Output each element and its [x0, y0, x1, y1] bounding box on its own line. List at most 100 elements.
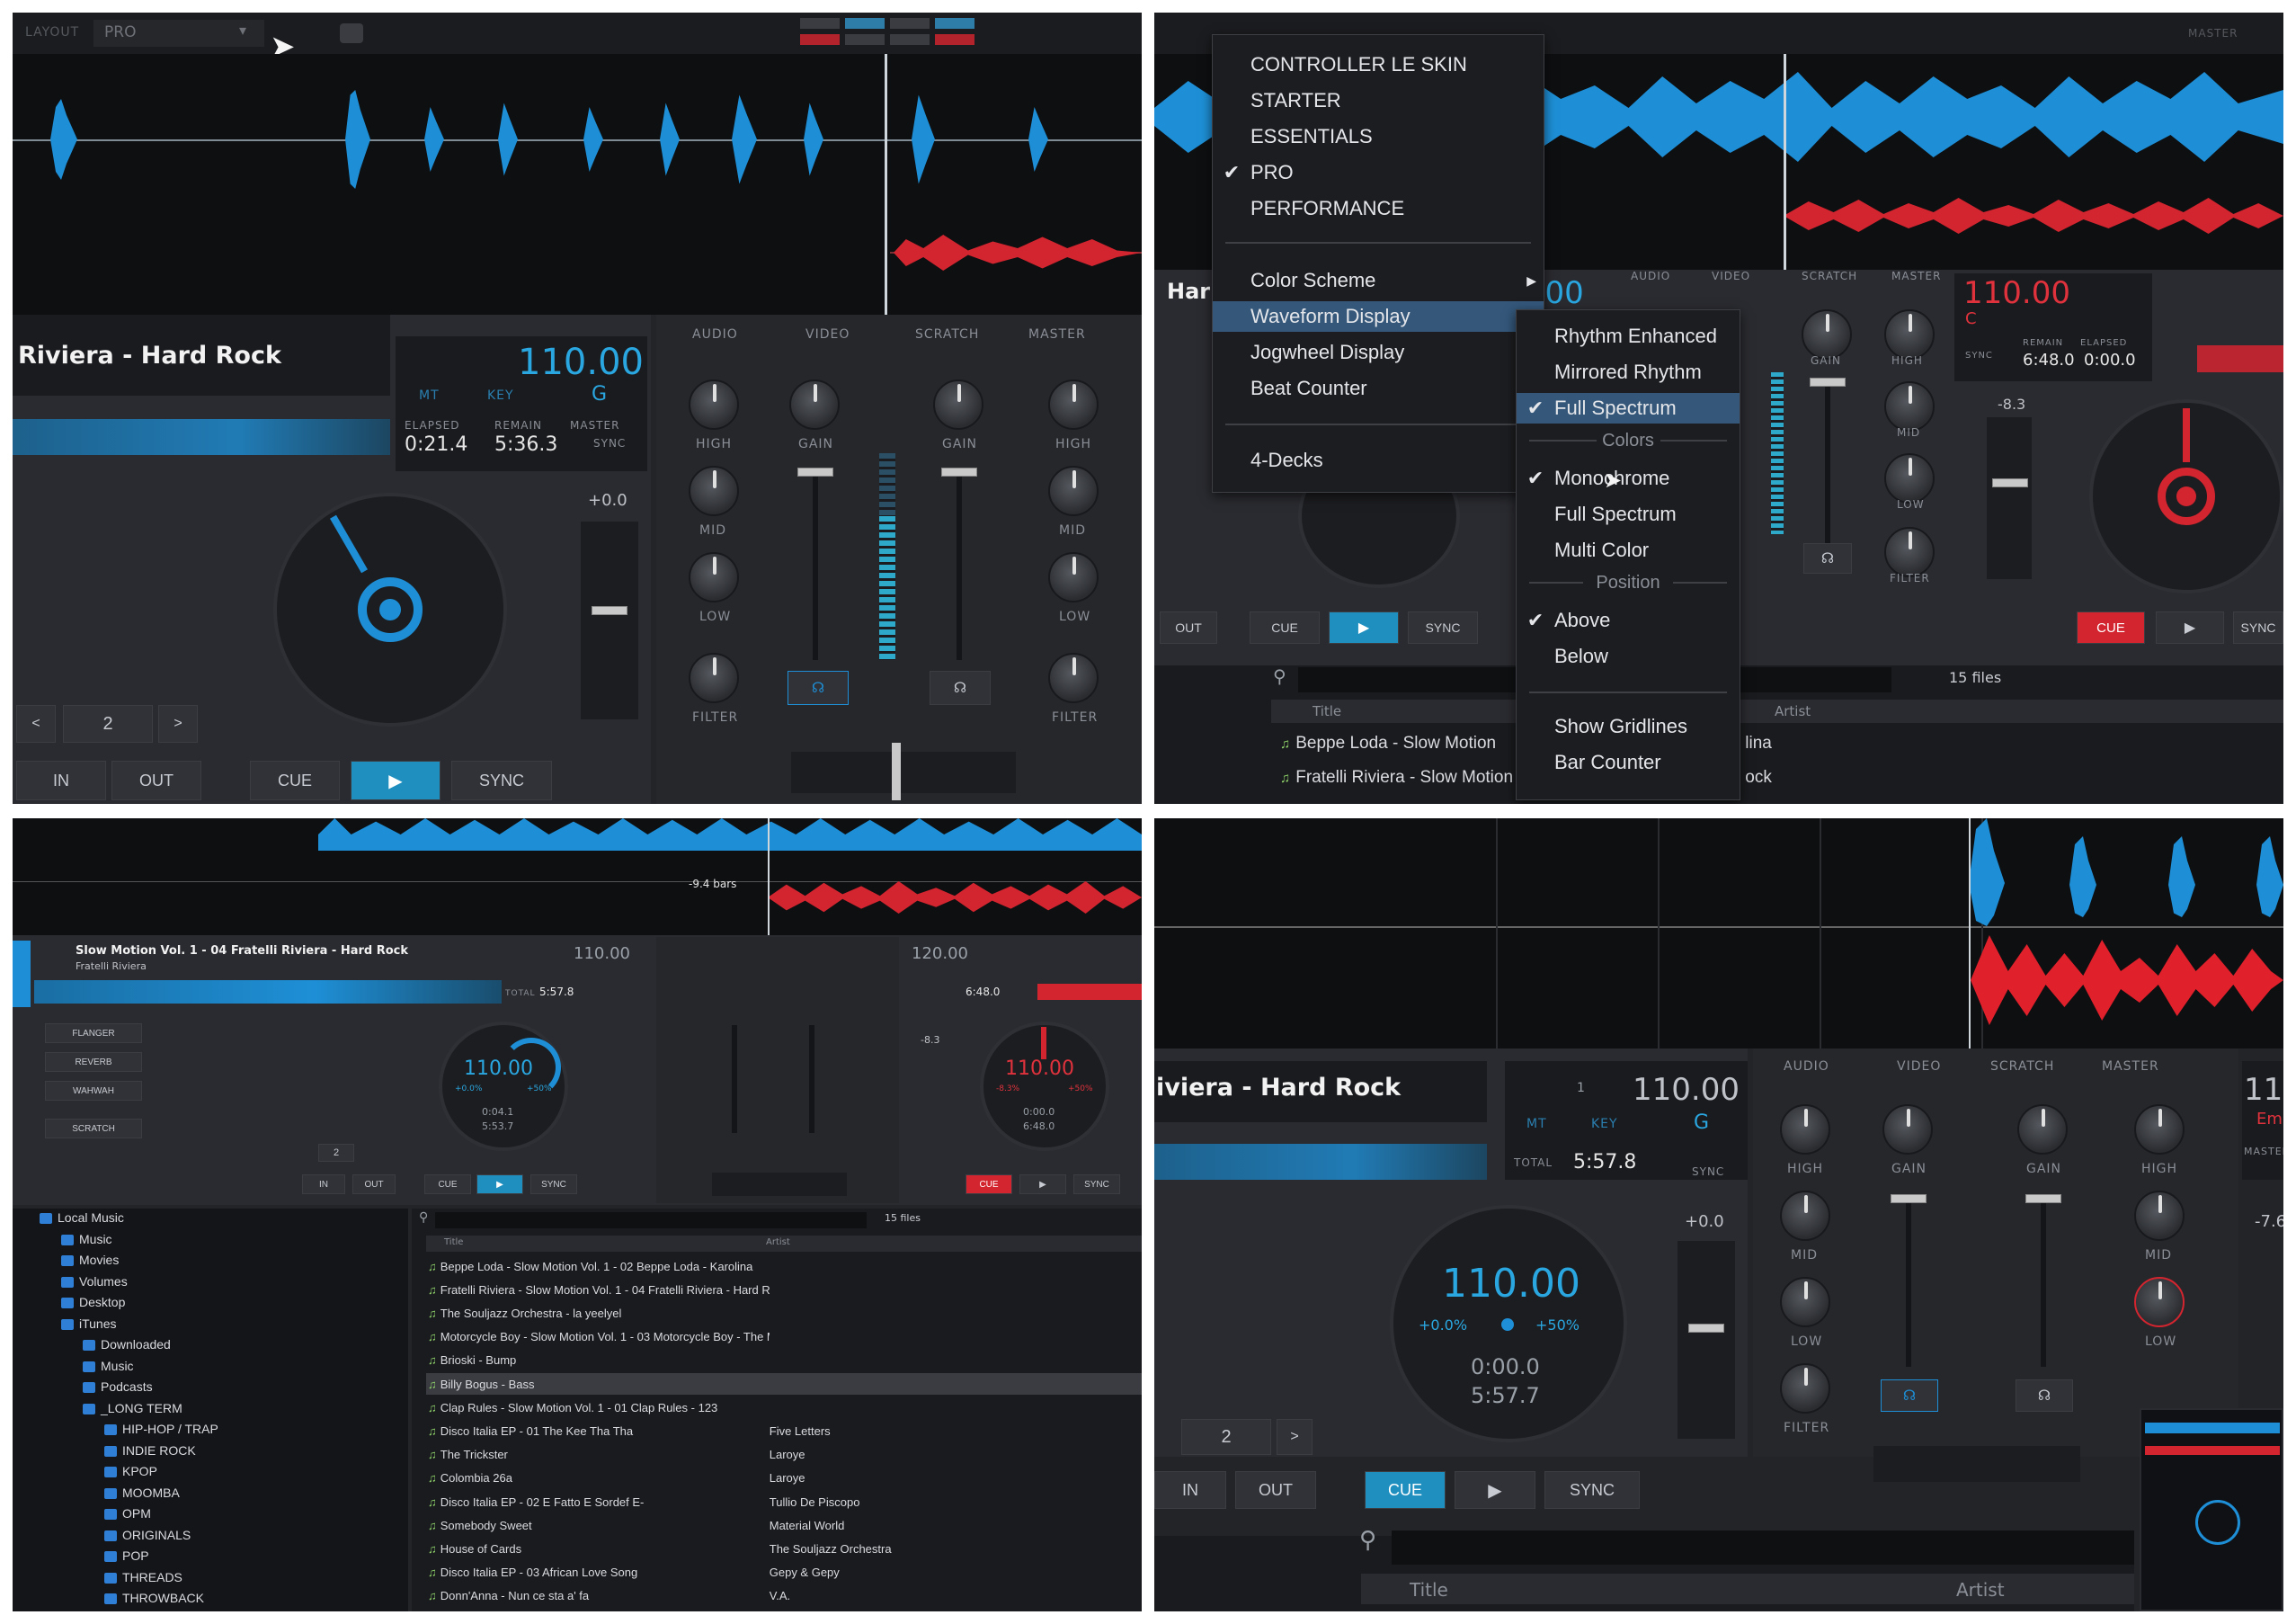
- table-row[interactable]: ♫ Beppe Loda - Slow Motion Vol. 1 - 02 Be…: [426, 1255, 1142, 1277]
- col-artist[interactable]: Artist: [1956, 1579, 2005, 1601]
- headphone-button-left[interactable]: ☊: [1881, 1379, 1938, 1412]
- out-button[interactable]: OUT: [1235, 1471, 1316, 1509]
- cue-button[interactable]: CUE: [424, 1174, 471, 1194]
- table-row[interactable]: ♫ Beppe Loda - Slow Motion lina: [1271, 732, 2283, 755]
- sync-button[interactable]: SYNC: [530, 1174, 577, 1194]
- mid-knob-right[interactable]: [2134, 1191, 2185, 1241]
- menu-item-essentials[interactable]: ESSENTIALS: [1213, 121, 1544, 152]
- tree-item[interactable]: HIP-HOP / TRAP: [104, 1422, 218, 1436]
- menu-item-4-decks[interactable]: 4-Decks: [1213, 445, 1544, 476]
- channel-fader-right[interactable]: [2041, 1196, 2046, 1367]
- pitch-slider-right[interactable]: [1987, 417, 2032, 579]
- loop-next-button[interactable]: >: [158, 705, 198, 743]
- sync-button-right[interactable]: SYNC: [2233, 611, 2283, 644]
- menu-item-monochrome[interactable]: ✔ Monochrome: [1517, 463, 1740, 494]
- fx-wahwah[interactable]: WAHWAH: [45, 1081, 142, 1101]
- tree-item[interactable]: THREADS: [104, 1570, 182, 1584]
- low-knob-right[interactable]: [1884, 453, 1935, 504]
- menu-item-multi-color[interactable]: Multi Color: [1517, 535, 1740, 566]
- menu-item-performance[interactable]: PERFORMANCE: [1213, 193, 1544, 224]
- tree-item[interactable]: Local Music: [40, 1210, 124, 1225]
- mini-waveform-right[interactable]: [2197, 345, 2283, 372]
- pitch-slider[interactable]: [1678, 1241, 1735, 1439]
- menu-item-pro[interactable]: ✔ PRO: [1213, 157, 1544, 188]
- tab-video[interactable]: VIDEO: [1897, 1059, 1941, 1074]
- play-button[interactable]: ▶: [351, 761, 441, 800]
- table-row[interactable]: ♫ Clap Rules - Slow Motion Vol. 1 - 01 Cl…: [426, 1396, 1142, 1418]
- tab-scratch[interactable]: SCRATCH: [915, 327, 979, 342]
- tree-item[interactable]: KPOP: [104, 1464, 157, 1478]
- table-row[interactable]: ♫ Brioski - Bump: [426, 1350, 1142, 1371]
- gain-knob-right[interactable]: [2017, 1104, 2068, 1155]
- tab-audio[interactable]: AUDIO: [692, 327, 738, 342]
- tree-item[interactable]: Downloaded: [83, 1337, 171, 1352]
- table-row[interactable]: ♫ Donn'Anna - Nun ce sta a' fa V.A.: [426, 1585, 1142, 1607]
- menu-item-mirrored-rhythm[interactable]: Mirrored Rhythm: [1517, 357, 1740, 388]
- table-row[interactable]: ♫ Billy Bogus - Bass: [426, 1373, 1142, 1395]
- search-input[interactable]: [1392, 1530, 2134, 1565]
- tree-item[interactable]: iTunes: [61, 1316, 117, 1331]
- waveform-view[interactable]: -9.4 bars: [13, 818, 1142, 935]
- gain-knob-right[interactable]: [933, 379, 983, 430]
- sync-button[interactable]: SYNC: [1408, 611, 1478, 644]
- mini-waveform[interactable]: [13, 419, 390, 455]
- out-button[interactable]: OUT: [352, 1174, 396, 1194]
- menu-item-controller-le-skin[interactable]: CONTROLLER LE SKIN: [1213, 49, 1544, 80]
- mid-knob-right[interactable]: [1884, 381, 1935, 432]
- sync-button[interactable]: SYNC: [1544, 1471, 1640, 1509]
- table-row[interactable]: ♫ Somebody Sweet Material World: [426, 1514, 1142, 1536]
- col-artist[interactable]: Artist: [1775, 703, 1811, 719]
- menu-item-waveform-display[interactable]: Waveform Display▶: [1213, 301, 1544, 332]
- gain-knob[interactable]: [1802, 309, 1852, 360]
- in-button[interactable]: IN: [16, 761, 106, 800]
- table-row[interactable]: ♫ Disco Italia EP - 02 E Fatto E Sordef E…: [426, 1491, 1142, 1512]
- table-row[interactable]: ♫ Fratelli Riviera - Slow Motion Vol. 1 -…: [426, 1279, 1142, 1300]
- col-title[interactable]: Title: [1410, 1579, 1448, 1601]
- channel-fader-left[interactable]: [813, 471, 818, 660]
- tree-item[interactable]: Music: [61, 1232, 112, 1246]
- tab-audio[interactable]: AUDIO: [1631, 270, 1670, 282]
- menu-item-below[interactable]: Below: [1517, 641, 1740, 672]
- filter-knob-right[interactable]: [1048, 653, 1099, 703]
- screenshot-icon[interactable]: [340, 23, 363, 43]
- tree-item[interactable]: Music: [83, 1359, 134, 1373]
- play-button[interactable]: ▶: [1455, 1471, 1535, 1509]
- tab-audio[interactable]: AUDIO: [1784, 1059, 1829, 1074]
- channel-fader-left[interactable]: [1906, 1196, 1911, 1367]
- loop-next-button[interactable]: >: [1277, 1419, 1313, 1455]
- high-knob-right[interactable]: [1884, 309, 1935, 360]
- sampler-scratch[interactable]: SCRATCH: [45, 1119, 142, 1138]
- mini-waveform[interactable]: [1154, 1144, 1487, 1180]
- high-knob-right[interactable]: [1048, 379, 1099, 430]
- high-knob-right[interactable]: [2134, 1104, 2185, 1155]
- menu-item-color-scheme[interactable]: Color Scheme ▶: [1213, 265, 1544, 296]
- waveform-view[interactable]: [1154, 818, 2283, 1048]
- low-knob[interactable]: [689, 552, 739, 602]
- tree-item[interactable]: Desktop: [61, 1295, 125, 1309]
- filter-knob[interactable]: [1780, 1363, 1830, 1414]
- table-row[interactable]: ♫ Motorcycle Boy - Slow Motion Vol. 1 - 0…: [426, 1326, 1142, 1348]
- play-button[interactable]: ▶: [476, 1174, 523, 1194]
- tab-video[interactable]: VIDEO: [805, 327, 850, 342]
- col-title[interactable]: Title: [1313, 703, 1341, 719]
- filter-knob-right[interactable]: [1884, 527, 1935, 577]
- table-row[interactable]: ♫ Disco Italia EP - 01 The Kee Tha Tha Fiv…: [426, 1420, 1142, 1441]
- tree-item[interactable]: INDIE ROCK: [104, 1443, 196, 1458]
- channel-fader-right[interactable]: [809, 1025, 814, 1133]
- high-knob[interactable]: [689, 379, 739, 430]
- channel-fader-right[interactable]: [957, 471, 962, 660]
- tree-item[interactable]: THROWBACK: [104, 1591, 204, 1605]
- table-row[interactable]: ♫ Colombia 26a Laroye: [426, 1468, 1142, 1489]
- tree-item[interactable]: Podcasts: [83, 1379, 153, 1394]
- sync-button[interactable]: SYNC: [451, 761, 552, 800]
- out-button[interactable]: OUT: [111, 761, 201, 800]
- table-row[interactable]: ♫ Fratelli Riviera - Slow Motion V ock: [1271, 766, 2283, 790]
- table-row[interactable]: ♫ House of Cards The Souljazz Orchestra: [426, 1538, 1142, 1559]
- headphone-button-right[interactable]: ☊: [2016, 1379, 2073, 1412]
- menu-item-show-gridlines[interactable]: Show Gridlines: [1517, 711, 1740, 742]
- crossfader[interactable]: [791, 752, 1016, 793]
- menu-item-full-spectrum[interactable]: ✔ Full Spectrum: [1517, 393, 1740, 424]
- col-artist[interactable]: Artist: [766, 1237, 790, 1247]
- mid-knob-right[interactable]: [1048, 466, 1099, 516]
- tree-item[interactable]: OPM: [104, 1506, 151, 1521]
